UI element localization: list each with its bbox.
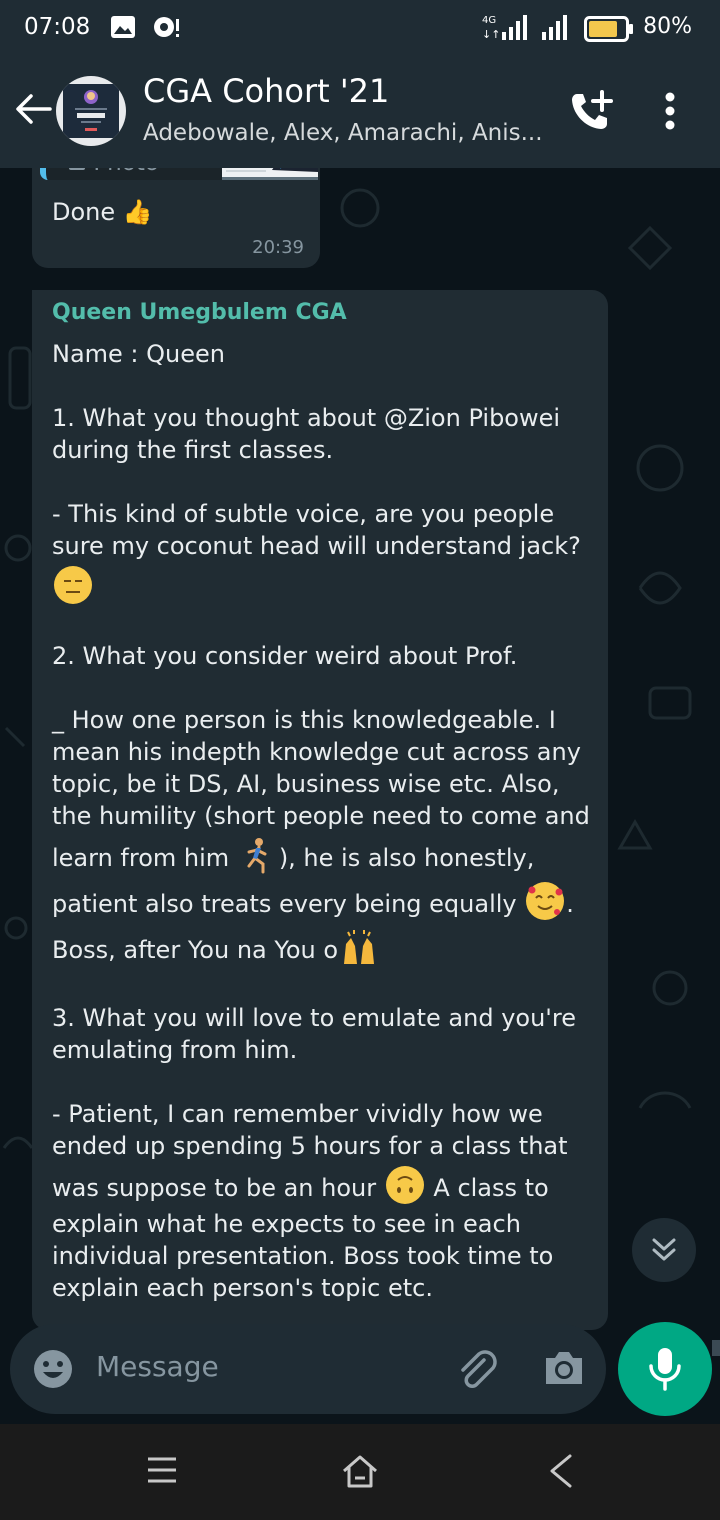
raising-hands-emoji-icon bbox=[340, 928, 378, 966]
message-paragraph: 3. What you will love to emulate and you… bbox=[52, 1004, 576, 1064]
arrow-left-icon[interactable] bbox=[14, 92, 52, 130]
paperclip-icon[interactable] bbox=[454, 1346, 500, 1396]
quoted-photo-label: Photo bbox=[68, 168, 159, 176]
message-paragraph: _ How one person is this knowledgeable. … bbox=[52, 704, 592, 970]
quoted-message[interactable]: Photo bbox=[40, 168, 318, 180]
smiling-face-with-hearts-emoji-icon bbox=[526, 882, 565, 920]
upside-down-face-emoji-icon bbox=[385, 1166, 424, 1204]
microphone-icon bbox=[649, 1348, 681, 1391]
more-vert-icon[interactable] bbox=[664, 92, 676, 134]
message-paragraph: 1. What you thought about @Zion Pibowei … bbox=[52, 404, 561, 464]
quoted-label-text: Photo bbox=[93, 168, 159, 176]
signal-icon bbox=[540, 14, 570, 46]
svg-text:↓↑: ↓↑ bbox=[482, 28, 500, 41]
group-avatar[interactable] bbox=[56, 76, 126, 146]
system-navigation-bar bbox=[0, 1424, 720, 1520]
camera-icon[interactable] bbox=[542, 1348, 586, 1392]
chat-title[interactable]: CGA Cohort '21 bbox=[143, 72, 389, 110]
sender-name[interactable]: Queen Umegbulem CGA bbox=[52, 300, 347, 325]
message-bubble-done[interactable]: Photo Done 👍 20:39 bbox=[32, 168, 320, 268]
message-input[interactable]: Message bbox=[96, 1350, 219, 1383]
add-call-icon[interactable] bbox=[568, 90, 614, 138]
photo-icon bbox=[69, 168, 85, 170]
emoji-icon[interactable] bbox=[32, 1348, 74, 1394]
chat-area[interactable]: Photo Done 👍 20:39 Queen Umegbulem CGA N… bbox=[0, 168, 720, 1418]
gallery-notification-icon bbox=[110, 15, 136, 43]
expressionless-emoji-icon bbox=[54, 566, 92, 604]
signal-4g-icon: 4G ↓↑ bbox=[482, 12, 528, 46]
back-nav-icon[interactable] bbox=[548, 1454, 574, 1492]
double-chevron-down-icon bbox=[652, 1238, 676, 1261]
message-text-span: - This kind of subtle voice, are you peo… bbox=[52, 500, 581, 560]
message-body: Name : Queen 1. What you thought about @… bbox=[52, 338, 592, 1304]
status-time: 07:08 bbox=[24, 14, 91, 40]
message-input-bar[interactable]: Message bbox=[10, 1324, 606, 1414]
menu-icon[interactable] bbox=[146, 1454, 178, 1490]
home-icon[interactable] bbox=[342, 1454, 378, 1492]
network-type-label: 4G bbox=[482, 15, 496, 26]
scroll-to-bottom-button[interactable] bbox=[632, 1218, 696, 1282]
battery-icon bbox=[584, 16, 634, 46]
chat-header: CGA Cohort '21 Adebowale, Alex, Amarachi… bbox=[0, 56, 720, 168]
message-paragraph: - This kind of subtle voice, are you peo… bbox=[52, 498, 592, 608]
message-bubble-queen[interactable]: Queen Umegbulem CGA Name : Queen 1. What… bbox=[32, 290, 608, 1330]
message-time: 20:39 bbox=[252, 237, 304, 258]
chat-notification-icon bbox=[152, 15, 180, 45]
message-paragraph: - Patient, I can remember vividly how we… bbox=[52, 1098, 592, 1304]
message-paragraph: Name : Queen bbox=[52, 340, 225, 368]
battery-percent: 80% bbox=[643, 14, 692, 39]
quoted-photo-thumbnail bbox=[222, 168, 318, 180]
person-running-emoji-icon bbox=[239, 836, 277, 874]
message-paragraph: 2. What you consider weird about Prof. bbox=[52, 642, 518, 670]
message-text: Done 👍 bbox=[52, 198, 153, 226]
chat-participants[interactable]: Adebowale, Alex, Amarachi, Anis... bbox=[143, 120, 543, 146]
status-bar: 07:08 4G ↓↑ 80% bbox=[0, 0, 720, 56]
microphone-button[interactable] bbox=[618, 1322, 712, 1416]
battery-level-fill bbox=[589, 21, 617, 37]
